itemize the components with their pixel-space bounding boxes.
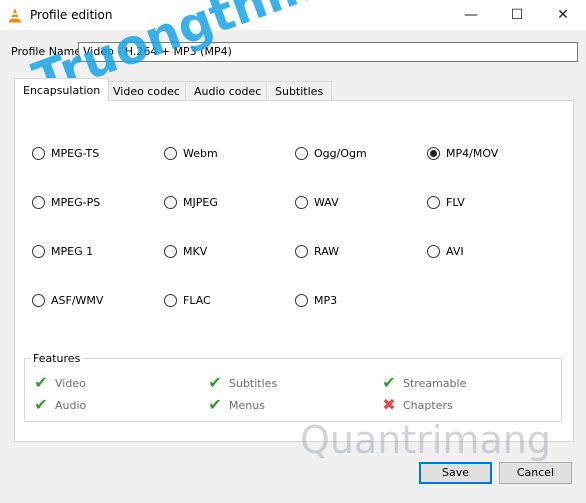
check-icon: ✔ [208,395,222,414]
cancel-button[interactable]: Cancel [499,462,572,484]
vlc-cone-icon [9,8,21,23]
radio-circle [295,245,308,258]
radio-label: MPEG-TS [51,147,100,160]
check-icon: ✔ [208,373,222,392]
maximize-button[interactable]: ☐ [494,0,540,30]
feature-label: Chapters [403,398,453,412]
watermark-quantrimang: Quantrimang [300,418,551,462]
feature-label: Streamable [403,376,467,390]
radio-label: ASF/WMV [51,294,104,307]
radio-circle [295,294,308,307]
radio-circle [32,294,45,307]
radio-webm[interactable]: Webm [164,147,218,160]
feature-label: Audio [55,398,87,412]
radio-circle [295,196,308,209]
minimize-button[interactable]: — [448,0,494,30]
radio-label: MJPEG [183,196,218,209]
check-icon: ✔ [34,395,48,414]
radio-label: MPEG-PS [51,196,101,209]
tab-encapsulation[interactable]: Encapsulation [14,78,110,102]
radio-label: MP4/MOV [446,147,499,160]
feature-audio: ✔ Audio [33,397,86,413]
window-title: Profile edition [30,8,113,22]
radio-avi[interactable]: AVI [427,245,464,258]
feature-streamable: ✔ Streamable [381,375,466,391]
radio-circle [32,196,45,209]
radio-circle [164,147,177,160]
feature-label: Menus [229,398,265,412]
close-button[interactable]: ✕ [540,0,586,30]
features-title: Features [31,352,83,365]
radio-mpeg-ts[interactable]: MPEG-TS [32,147,99,160]
radio-label: AVI [446,245,464,258]
radio-circle [164,196,177,209]
radio-wav[interactable]: WAV [295,196,339,209]
check-icon: ✔ [382,373,396,392]
radio-asf-wmv[interactable]: ASF/WMV [32,294,103,307]
features-group [24,358,562,422]
radio-circle [427,196,440,209]
radio-label: MPEG 1 [51,245,94,258]
tab-video-codec[interactable]: Video codec [104,81,189,101]
tab-subtitles[interactable]: Subtitles [266,81,333,101]
cross-icon: ✖ [382,395,396,414]
tab-audio-codec[interactable]: Audio codec [185,81,271,101]
feature-menus: ✔ Menus [207,397,265,413]
radio-label: FLV [446,196,465,209]
feature-subtitles: ✔ Subtitles [207,375,277,391]
radio-circle [164,294,177,307]
radio-label: Webm [183,147,218,160]
radio-circle [295,147,308,160]
feature-label: Video [55,376,86,390]
radio-label: MP3 [314,294,338,307]
save-button[interactable]: Save [419,462,492,484]
radio-mpeg-1[interactable]: MPEG 1 [32,245,93,258]
radio-label: RAW [314,245,339,258]
radio-ogg[interactable]: Ogg/Ogm [295,147,367,160]
radio-raw[interactable]: RAW [295,245,339,258]
radio-label: Ogg/Ogm [314,147,367,160]
radio-label: MKV [183,245,208,258]
radio-circle [32,147,45,160]
radio-circle-selected [427,147,440,160]
radio-label: FLAC [183,294,211,307]
radio-circle [164,245,177,258]
radio-mkv[interactable]: MKV [164,245,207,258]
radio-circle [427,245,440,258]
feature-video: ✔ Video [33,375,86,391]
radio-mp3[interactable]: MP3 [295,294,337,307]
radio-circle [32,245,45,258]
check-icon: ✔ [34,373,48,392]
radio-mp4-mov[interactable]: MP4/MOV [427,147,498,160]
radio-mpeg-ps[interactable]: MPEG-PS [32,196,100,209]
radio-flac[interactable]: FLAC [164,294,211,307]
feature-chapters: ✖ Chapters [381,395,453,414]
radio-flv[interactable]: FLV [427,196,465,209]
feature-label: Subtitles [229,376,278,390]
radio-label: WAV [314,196,339,209]
radio-mjpeg[interactable]: MJPEG [164,196,218,209]
